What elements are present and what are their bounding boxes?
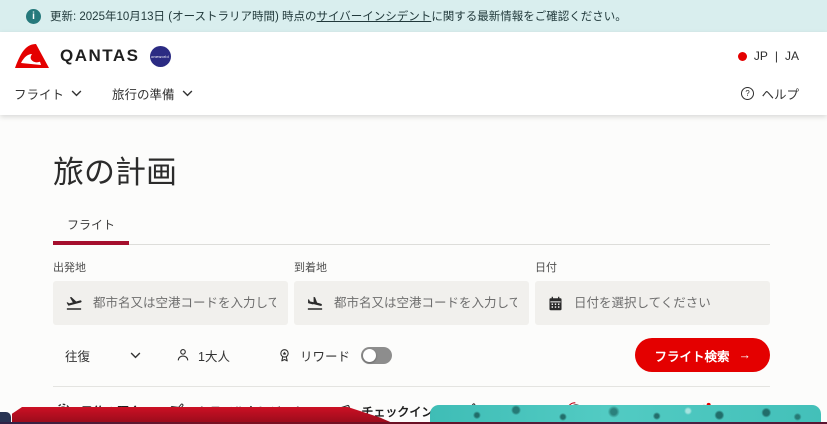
calendar-icon	[547, 295, 564, 312]
flight-takeoff-icon	[65, 294, 83, 312]
date-label: 日付	[535, 259, 770, 275]
trip-type-select[interactable]: 往復	[53, 346, 141, 365]
section-divider	[53, 386, 770, 387]
info-icon: i	[26, 9, 41, 24]
chevron-down-icon	[71, 90, 82, 97]
page-title: 旅の計画	[53, 147, 770, 192]
site-header: QANTAS oneworld JP | JA フライト 旅行の準備 ?	[0, 32, 827, 115]
booking-widget: 旅の計画 フライト 出発地 到着地 日付	[0, 147, 827, 421]
notice-banner: i 更新: 2025年10月13日 (オーストラリア時間) 時点のサイバーインシ…	[0, 0, 827, 32]
person-icon	[175, 347, 191, 363]
locale-separator: |	[775, 49, 778, 63]
promo-card-reef-image[interactable]	[430, 405, 821, 422]
nav-item-flights[interactable]: フライト	[14, 84, 82, 103]
departure-label: 出発地	[53, 259, 288, 275]
passenger-value: 1大人	[198, 346, 230, 365]
locale-country[interactable]: JP	[754, 49, 768, 63]
flight-search-button[interactable]: フライト検索 →	[635, 338, 770, 372]
kangaroo-icon	[14, 43, 50, 69]
notice-text-after: に関する最新情報をご確認ください。	[431, 11, 627, 23]
notice-text-before: 更新: 2025年10月13日 (オーストラリア時間) 時点の	[50, 11, 317, 23]
departure-field: 出発地	[53, 259, 288, 325]
promo-card-navy[interactable]	[0, 412, 11, 422]
rewards-toggle[interactable]	[361, 347, 392, 364]
qantas-logo[interactable]: QANTAS oneworld	[14, 43, 171, 69]
chevron-down-icon	[130, 352, 141, 359]
svg-text:?: ?	[746, 89, 751, 98]
locale-language[interactable]: JA	[785, 49, 799, 63]
trip-type-value: 往復	[65, 346, 90, 365]
nav-item-label: フライト	[14, 84, 64, 103]
toggle-knob	[363, 349, 376, 362]
cyber-incident-link[interactable]: サイバーインシデント	[317, 11, 432, 23]
question-circle-icon: ?	[740, 86, 755, 101]
tab-flights[interactable]: フライト	[53, 216, 129, 245]
departure-input[interactable]	[93, 296, 276, 310]
promo-card-red[interactable]	[12, 407, 398, 422]
passenger-selector[interactable]: 1大人	[175, 346, 230, 365]
arrow-right-icon: →	[739, 348, 752, 362]
help-button[interactable]: ? ヘルプ	[740, 84, 799, 103]
chevron-down-icon	[182, 90, 193, 97]
departure-input-box[interactable]	[53, 281, 288, 325]
date-field: 日付	[535, 259, 770, 325]
nav-item-label: 旅行の準備	[112, 84, 175, 103]
award-medal-icon	[276, 347, 293, 364]
brand-wordmark: QANTAS	[60, 46, 140, 66]
locale-selector[interactable]: JP | JA	[738, 49, 799, 63]
search-options: 往復 1大人 リワード フライト検索 →	[53, 338, 770, 372]
search-form: 出発地 到着地 日付	[53, 259, 770, 325]
tab-bar: フライト	[53, 216, 770, 245]
notice-text: 更新: 2025年10月13日 (オーストラリア時間) 時点のサイバーインシデン…	[50, 8, 627, 24]
rewards-label: リワード	[300, 346, 350, 365]
arrival-input[interactable]	[334, 296, 517, 310]
flight-land-icon	[306, 294, 324, 312]
oneworld-logo: oneworld	[150, 46, 171, 67]
arrival-field: 到着地	[294, 259, 529, 325]
arrival-input-box[interactable]	[294, 281, 529, 325]
japan-flag-dot-icon	[738, 52, 747, 61]
nav-item-trip-preparation[interactable]: 旅行の準備	[112, 84, 193, 103]
main-nav: フライト 旅行の準備	[14, 84, 193, 103]
search-button-label: フライト検索	[654, 346, 729, 365]
date-input-box[interactable]	[535, 281, 770, 325]
arrival-label: 到着地	[294, 259, 529, 275]
date-input[interactable]	[574, 296, 758, 310]
rewards-option: リワード	[276, 346, 392, 365]
help-label: ヘルプ	[761, 84, 799, 103]
